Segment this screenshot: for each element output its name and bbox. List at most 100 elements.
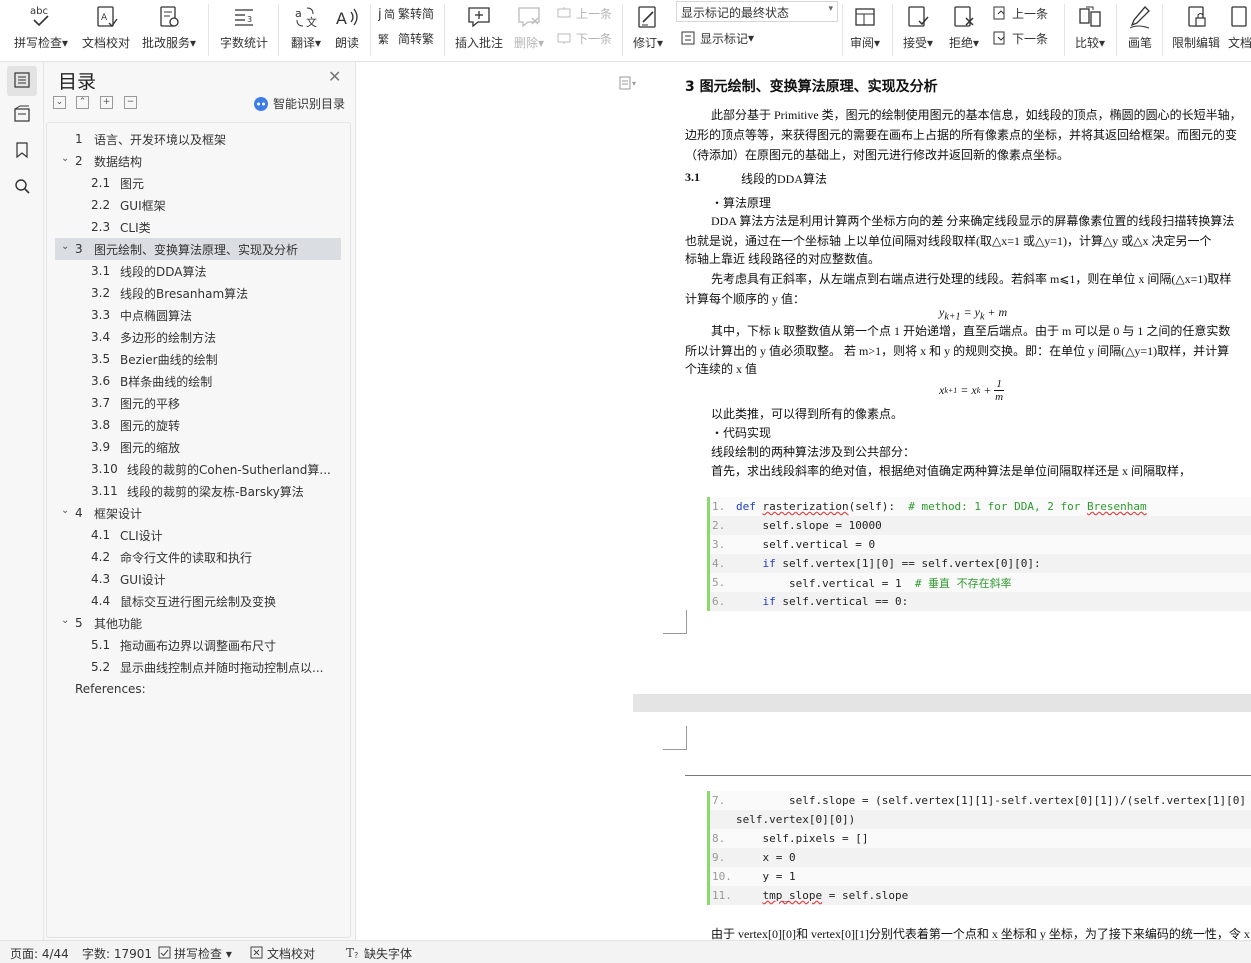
toc-item[interactable]: 3.8 图元的旋转 xyxy=(47,414,350,436)
toc-item[interactable]: 4.2 命令行文件的读取和执行 xyxy=(47,546,350,568)
simp-trad-icon: 繁 xyxy=(378,30,394,46)
toc-item-references[interactable]: References: xyxy=(47,678,350,700)
add-heading-icon[interactable]: + xyxy=(100,96,113,109)
code-text: self.slope = 10000 xyxy=(736,519,882,532)
toc-item[interactable]: 2.2 GUI框架 xyxy=(47,194,350,216)
compare-button[interactable]: 比较▾ xyxy=(1070,0,1110,58)
proofread-button[interactable]: A 文档校对 xyxy=(78,0,134,58)
code-line-number: 7. xyxy=(712,794,726,807)
document-page[interactable]: ▾ 3 图元绘制、变换算法原理、实现及分析 此部分基于 Primitive 类，… xyxy=(619,62,1251,694)
toc-item-number: 3.6 xyxy=(91,374,111,388)
page-corner-mark xyxy=(663,726,687,750)
code-line-number: 8. xyxy=(712,832,726,845)
status-spellcheck[interactable]: 拼写检查 ▾ xyxy=(158,945,232,962)
code-block[interactable]: 7. self.slope = (self.vertex[1][1]-self.… xyxy=(707,791,1251,905)
word-count-button[interactable]: 3 字数统计 xyxy=(216,0,272,58)
toc-item[interactable]: 4.4 鼠标交互进行图元绘制及变换 xyxy=(47,590,350,612)
toc-icon xyxy=(13,71,31,92)
status-bar: 页面: 4/44 字数: 17901 拼写检查 ▾ 文档校对 T? 缺失字体 xyxy=(0,940,1251,963)
toc-item-number: 5.2 xyxy=(91,660,111,674)
review-button[interactable]: 审阅▾ xyxy=(846,0,884,58)
document-page[interactable]: 7. self.slope = (self.vertex[1][1]-self.… xyxy=(633,712,1251,941)
spellcheck-button[interactable]: abc 拼写检查▾ xyxy=(10,0,72,58)
toc-item[interactable]: ⌄ 2 数据结构 xyxy=(47,150,350,172)
collapse-all-icon[interactable]: ⌄ xyxy=(53,96,66,109)
toc-item[interactable]: 3.6 B样条曲线的绘制 xyxy=(47,370,350,392)
paragraph-line: 此部分基于 Primitive 类，图元的绘制使用图元的基本信息，如线段的顶点，… xyxy=(711,108,1242,122)
smart-recognize-toc-button[interactable]: 智能识别目录 xyxy=(254,95,345,112)
next-change-button[interactable]: 下一条 xyxy=(992,28,1048,48)
toc-item[interactable]: ⌄ 5 其他功能 xyxy=(47,612,350,634)
correction-service-button[interactable]: 批改服务▾ xyxy=(138,0,200,58)
toc-item[interactable]: 3.1 线段的DDA算法 xyxy=(47,260,350,282)
proofread-status-icon xyxy=(250,946,263,962)
insert-comment-button[interactable]: 插入批注 xyxy=(450,0,508,58)
svg-text:繁: 繁 xyxy=(378,32,389,46)
bullet-line: ・代码实现 xyxy=(711,426,772,440)
delete-comment-button[interactable]: 删除▾ xyxy=(510,0,548,58)
toc-item[interactable]: 3.11 线段的裁剪的梁友栋-Barsky算法 xyxy=(47,480,350,502)
toc-item[interactable]: 3.3 中点椭圆算法 xyxy=(47,304,350,326)
track-changes-button[interactable]: 修订▾ xyxy=(628,0,668,58)
toc-nav-button[interactable] xyxy=(7,66,37,96)
translate-button[interactable]: a文 翻译▾ xyxy=(284,0,328,58)
paragraph-marker-icon[interactable]: ▾ xyxy=(619,76,641,93)
prev-change-icon xyxy=(992,5,1008,21)
paragraph-line: 以此类推，可以得到所有的像素点。 xyxy=(711,407,904,421)
toc-item[interactable]: 3.7 图元的平移 xyxy=(47,392,350,414)
page-margin-area xyxy=(357,62,633,940)
chevron-down-icon[interactable]: ⌄ xyxy=(61,505,69,516)
code-text: self.vertical = 0 xyxy=(736,538,876,551)
toc-item[interactable]: ⌄ 3 图元绘制、变换算法原理、实现及分析 xyxy=(55,238,341,260)
toc-item[interactable]: 3.5 Bezier曲线的绘制 xyxy=(47,348,350,370)
chevron-down-icon[interactable]: ⌄ xyxy=(61,615,69,626)
toc-item[interactable]: 4.3 GUI设计 xyxy=(47,568,350,590)
status-missing-font[interactable]: T? 缺失字体 xyxy=(346,945,412,962)
expand-up-icon[interactable]: ⌃ xyxy=(76,96,89,109)
code-line-number: 5. xyxy=(712,576,726,589)
next-comment-button[interactable]: 下一条 xyxy=(556,28,612,48)
toc-item[interactable]: ⌄ 4 框架设计 xyxy=(47,502,350,524)
toc-item[interactable]: 3.4 多边形的绘制方法 xyxy=(47,326,350,348)
trad-to-simp-button[interactable]: j 简繁转简 xyxy=(378,3,434,23)
search-nav-button[interactable] xyxy=(7,172,37,202)
simp-to-trad-button[interactable]: 繁简转繁 xyxy=(378,28,434,48)
chevron-down-icon[interactable]: ⌄ xyxy=(61,153,69,164)
page-indicator[interactable]: 页面: 4/44 xyxy=(10,945,69,962)
read-aloud-button[interactable]: A 朗读 xyxy=(330,0,364,58)
document-button[interactable]: 文档 xyxy=(1228,0,1251,58)
bookmark-nav-button[interactable] xyxy=(7,136,37,166)
toc-item[interactable]: 5.1 拖动画布边界以调整画布尺寸 xyxy=(47,634,350,656)
review-icon xyxy=(852,0,878,34)
accept-button[interactable]: 接受▾ xyxy=(898,0,938,58)
wps-writer-window: abc 拼写检查▾ A 文档校对 批改服务▾ 3 字数统计 a文 翻译▾ A 朗… xyxy=(0,0,1251,963)
toc-item[interactable]: 1 语言、开发环境以及框架 xyxy=(47,128,350,150)
code-block[interactable]: 1. def rasterization(self): # method: 1 f… xyxy=(707,497,1251,611)
toc-item-number: 3.2 xyxy=(91,286,111,300)
word-count-indicator[interactable]: 字数: 17901 xyxy=(82,945,152,962)
close-icon[interactable]: ✕ xyxy=(328,67,341,86)
remove-heading-icon[interactable]: − xyxy=(124,96,137,109)
reject-button[interactable]: 拒绝▾ xyxy=(944,0,984,58)
toc-item[interactable]: 2.1 图元 xyxy=(47,172,350,194)
search-icon xyxy=(13,177,31,198)
chevron-down-icon[interactable]: ⌄ xyxy=(61,241,69,252)
show-marks-button[interactable]: 显示标记 ▾ xyxy=(680,28,754,48)
svg-text:abc: abc xyxy=(30,6,48,17)
toc-item[interactable]: 3.10 线段的裁剪的Cohen-Sutherland算... xyxy=(47,458,350,480)
toc-item-number: 3.9 xyxy=(91,440,111,454)
chapter-nav-button[interactable] xyxy=(7,100,37,130)
toc-item[interactable]: 4.1 CLI设计 xyxy=(47,524,350,546)
toc-item-label: 图元的旋转 xyxy=(120,418,181,433)
prev-change-button[interactable]: 上一条 xyxy=(992,3,1048,23)
status-proofread[interactable]: 文档校对 xyxy=(250,945,315,962)
show-mark-state-select[interactable]: 显示标记的最终状态 ▾ xyxy=(676,1,838,22)
toc-item[interactable]: 2.3 CLI类 xyxy=(47,216,350,238)
toc-item[interactable]: 5.2 显示曲线控制点并随时拖动控制点以... xyxy=(47,656,350,678)
pen-button[interactable]: 画笔 xyxy=(1122,0,1158,58)
paragraph-line: 首先，求出线段斜率的绝对值，根据绝对值确定两种算法是单位间隔取样还是 x 间隔取… xyxy=(711,464,1192,478)
toc-item[interactable]: 3.9 图元的缩放 xyxy=(47,436,350,458)
toc-item[interactable]: 3.2 线段的Bresanham算法 xyxy=(47,282,350,304)
prev-comment-button[interactable]: 上一条 xyxy=(556,3,612,23)
restrict-edit-button[interactable]: 限制编辑 xyxy=(1168,0,1224,58)
